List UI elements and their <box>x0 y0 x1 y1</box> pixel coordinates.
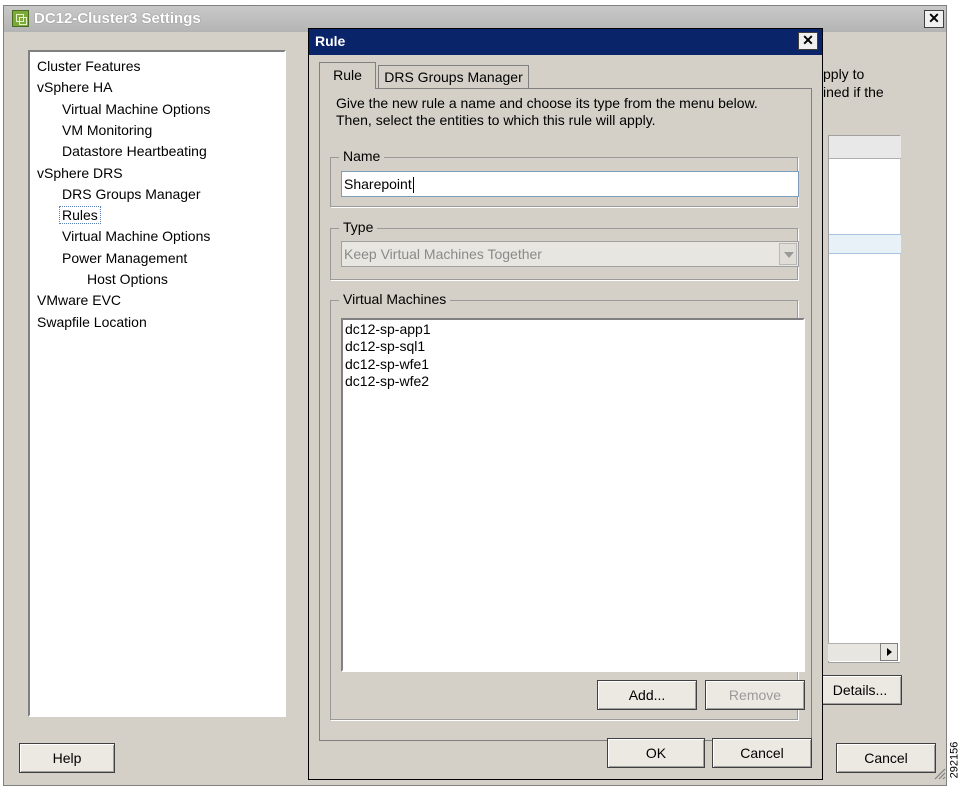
instructions-line2: Then, select the entities to which this … <box>336 112 656 128</box>
window-title: DC12-Cluster3 Settings <box>34 10 201 27</box>
virtual-machines-group: Virtual Machines dc12-sp-app1 dc12-sp-sql… <box>330 291 805 720</box>
nav-item-label: Virtual Machine Options <box>62 228 211 245</box>
vm-list-item[interactable]: dc12-sp-sql1 <box>345 338 425 355</box>
name-group-label: Name <box>339 148 385 164</box>
nav-item[interactable]: Virtual Machine Options <box>62 101 210 117</box>
outer-cancel-button[interactable]: Cancel <box>836 743 936 773</box>
add-vm-button[interactable]: Add... <box>597 680 697 710</box>
rule-name-value: Sharepoint <box>344 176 412 192</box>
type-group-label: Type <box>339 219 378 235</box>
nav-item-label: Virtual Machine Options <box>62 100 211 117</box>
nav-item-label: Power Management <box>62 249 188 266</box>
nav-item[interactable]: Swapfile Location <box>37 314 147 330</box>
nav-item[interactable]: DRS Groups Manager <box>62 186 201 202</box>
rules-list[interactable] <box>828 135 901 663</box>
panel-description-line2: ined if the <box>823 84 884 100</box>
nav-item[interactable]: vSphere DRS <box>37 165 123 181</box>
rule-dialog: Rule ✕ Rule DRS Groups Manager Give the … <box>308 28 823 780</box>
instructions: Give the new rule a name and choose its … <box>336 95 806 129</box>
vsphere-cluster-icon <box>12 10 29 27</box>
arrow-right-icon[interactable] <box>880 643 898 661</box>
rules-list-header[interactable] <box>829 136 901 159</box>
vm-list-item[interactable]: dc12-sp-wfe1 <box>345 356 429 373</box>
nav-item[interactable]: Datastore Heartbeating <box>62 143 207 159</box>
close-icon[interactable]: ✕ <box>924 10 944 28</box>
vms-group-label: Virtual Machines <box>339 291 451 307</box>
figure-id-text: 292156 <box>948 741 961 779</box>
nav-item[interactable]: vSphere HA <box>37 79 112 95</box>
type-group: Type Keep Virtual Machines Together <box>330 219 799 280</box>
nav-item[interactable]: Host Options <box>87 271 168 287</box>
horizontal-scrollbar[interactable] <box>828 643 882 661</box>
nav-item-label: Datastore Heartbeating <box>62 143 207 160</box>
figure-id: 292156 <box>948 738 970 788</box>
vm-list-item[interactable]: dc12-sp-app1 <box>345 321 431 338</box>
panel-description-line1: pply to <box>823 66 865 82</box>
nav-item[interactable]: Virtual Machine Options <box>62 228 210 244</box>
dialog-title: Rule <box>315 33 346 49</box>
nav-item-label: vSphere HA <box>37 79 113 96</box>
rule-name-input[interactable]: Sharepoint <box>341 171 799 197</box>
nav-item[interactable]: Cluster Features <box>37 58 140 74</box>
nav-item-label: vSphere DRS <box>37 164 123 181</box>
nav-item-label: DRS Groups Manager <box>62 185 201 202</box>
tab-rule[interactable]: Rule <box>319 62 376 89</box>
rule-type-select[interactable]: Keep Virtual Machines Together <box>341 241 799 267</box>
nav-item-selected[interactable]: Rules <box>59 206 101 225</box>
nav-item-label: Host Options <box>87 271 168 287</box>
help-button[interactable]: Help <box>19 743 115 773</box>
rule-type-value: Keep Virtual Machines Together <box>344 246 542 262</box>
ok-button[interactable]: OK <box>607 738 705 768</box>
rules-list-row[interactable] <box>829 234 901 254</box>
dialog-close-icon[interactable]: ✕ <box>798 32 818 50</box>
chevron-down-icon[interactable] <box>779 243 797 265</box>
nav-item-label: Swapfile Location <box>37 313 147 330</box>
dialog-title-bar[interactable]: Rule ✕ <box>309 29 822 55</box>
details-button[interactable]: Details... <box>818 675 902 705</box>
nav-item-label: Rules <box>59 206 101 225</box>
vm-list[interactable]: dc12-sp-app1 dc12-sp-sql1 dc12-sp-wfe1 dc12… <box>341 318 805 672</box>
nav-item[interactable]: VMware EVC <box>37 292 121 308</box>
settings-nav-tree: Cluster Features vSphere HA Virtual Machin… <box>28 50 286 717</box>
nav-item[interactable]: VM Monitoring <box>62 122 152 138</box>
rule-tab-panel: Give the new rule a name and choose its … <box>319 88 812 741</box>
vm-list-item[interactable]: dc12-sp-wfe2 <box>345 373 429 390</box>
tab-drs-groups-manager[interactable]: DRS Groups Manager <box>378 65 529 88</box>
name-group: Name Sharepoint <box>330 148 799 207</box>
instructions-line1: Give the new rule a name and choose its … <box>336 95 758 111</box>
resize-grip-icon[interactable] <box>932 766 946 780</box>
nav-item-label: VMware EVC <box>37 292 122 309</box>
dialog-cancel-button[interactable]: Cancel <box>712 738 812 768</box>
nav-item[interactable]: Power Management <box>62 250 187 266</box>
nav-item-label: Cluster Features <box>37 58 141 74</box>
remove-vm-button[interactable]: Remove <box>705 680 805 710</box>
nav-item-label: VM Monitoring <box>62 121 153 138</box>
